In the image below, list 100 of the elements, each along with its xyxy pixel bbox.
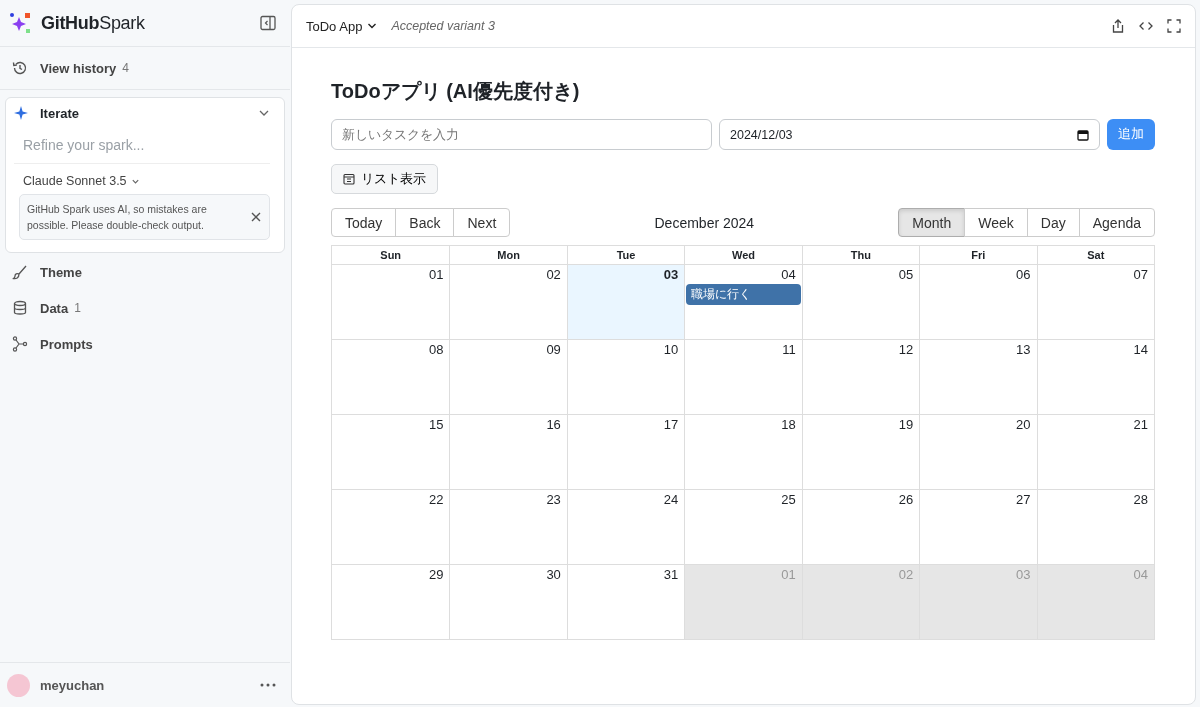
- day-cell[interactable]: 25: [684, 490, 802, 564]
- day-number: 20: [1016, 417, 1032, 432]
- day-number: 25: [781, 492, 797, 507]
- day-cell[interactable]: 20: [919, 415, 1037, 489]
- day-number: 29: [428, 567, 445, 582]
- brand-name: GitHubSpark: [41, 12, 146, 34]
- weekday-header: Sat: [1036, 246, 1154, 265]
- day-cell[interactable]: 22: [332, 490, 450, 564]
- fullscreen-icon[interactable]: [1167, 19, 1181, 33]
- sparkle-icon: [14, 106, 28, 120]
- day-number: 15: [428, 417, 445, 432]
- branch-icon: [12, 336, 28, 352]
- more-icon[interactable]: [260, 683, 276, 687]
- day-cell[interactable]: 29: [332, 565, 450, 639]
- view-history-item[interactable]: View history 4: [0, 47, 290, 90]
- nav-button[interactable]: Back: [395, 208, 455, 237]
- weekday-header: Mon: [449, 246, 567, 265]
- day-number: 05: [898, 267, 915, 282]
- day-number: 28: [1133, 492, 1149, 507]
- day-cell[interactable]: 07: [1036, 265, 1154, 339]
- task-input[interactable]: 新しいタスクを入力: [331, 119, 712, 150]
- day-cell[interactable]: 19: [801, 415, 920, 489]
- share-icon[interactable]: [1111, 19, 1125, 33]
- app-title: ToDoアプリ (AI優先度付き): [331, 79, 581, 104]
- day-cell[interactable]: 03: [566, 265, 685, 339]
- day-cell[interactable]: 30: [449, 565, 567, 639]
- model-selector[interactable]: Claude Sonnet 3.5: [14, 164, 149, 194]
- brush-icon: [12, 264, 28, 280]
- weekday-header: Sun: [332, 246, 450, 265]
- day-cell[interactable]: 13: [919, 340, 1037, 414]
- day-cell[interactable]: 04 職場に行く: [684, 265, 802, 339]
- list-view-button[interactable]: リスト表示: [331, 164, 438, 194]
- day-cell[interactable]: 02: [449, 265, 567, 339]
- app-selector[interactable]: ToDo App: [306, 18, 378, 34]
- weekday-header: Wed: [684, 246, 802, 265]
- event-chip[interactable]: 職場に行く: [686, 284, 801, 305]
- day-cell[interactable]: 17: [566, 415, 685, 489]
- day-number: 04: [1133, 567, 1149, 582]
- day-number: 01: [428, 267, 445, 282]
- day-number: 07: [1133, 267, 1149, 282]
- view-tab[interactable]: Agenda: [1078, 208, 1155, 237]
- day-number: 12: [898, 342, 915, 357]
- day-number: 10: [663, 342, 680, 357]
- sidebar-toggle-icon[interactable]: [260, 15, 276, 31]
- view-tab[interactable]: Month: [898, 208, 966, 237]
- day-cell[interactable]: 05: [801, 265, 920, 339]
- day-number: 18: [781, 417, 797, 432]
- day-cell[interactable]: 28: [1036, 490, 1154, 564]
- day-number: 13: [1016, 342, 1032, 357]
- day-cell[interactable]: 16: [449, 415, 567, 489]
- day-cell[interactable]: 14: [1036, 340, 1154, 414]
- day-number: 02: [898, 567, 915, 582]
- day-cell[interactable]: 11: [684, 340, 802, 414]
- day-number: 30: [546, 567, 562, 582]
- day-cell[interactable]: 15: [332, 415, 450, 489]
- day-number: 31: [663, 567, 680, 582]
- weekday-header: Fri: [919, 246, 1037, 265]
- view-tab[interactable]: Day: [1026, 208, 1080, 237]
- day-cell[interactable]: 10: [566, 340, 685, 414]
- day-cell[interactable]: 27: [919, 490, 1037, 564]
- date-input[interactable]: 2024/12/03: [719, 119, 1100, 150]
- day-number: 01: [781, 567, 797, 582]
- sidebar-item[interactable]: Prompts: [0, 327, 290, 361]
- day-cell[interactable]: 09: [449, 340, 567, 414]
- chevron-down-icon: [367, 21, 378, 31]
- day-cell[interactable]: 12: [801, 340, 920, 414]
- iterate-title: Iterate: [40, 105, 81, 121]
- user-name: meyuchan: [40, 677, 106, 693]
- day-number: 19: [898, 417, 915, 432]
- day-cell[interactable]: 24: [566, 490, 685, 564]
- close-icon[interactable]: [251, 212, 261, 222]
- view-tab[interactable]: Week: [964, 208, 1028, 237]
- day-number: 04: [781, 267, 797, 282]
- day-number: 03: [663, 267, 680, 282]
- day-cell[interactable]: 01: [332, 265, 450, 339]
- day-number: 22: [428, 492, 445, 507]
- day-cell[interactable]: 18: [684, 415, 802, 489]
- day-cell[interactable]: 26: [801, 490, 920, 564]
- calendar-icon[interactable]: [1077, 128, 1089, 141]
- day-cell[interactable]: 06: [919, 265, 1037, 339]
- day-number: 21: [1133, 417, 1149, 432]
- weekday-header: Thu: [801, 246, 920, 265]
- day-cell[interactable]: 08: [332, 340, 450, 414]
- day-number: 17: [663, 417, 680, 432]
- day-number: 06: [1016, 267, 1032, 282]
- day-cell[interactable]: 21: [1036, 415, 1154, 489]
- day-number: 24: [663, 492, 680, 507]
- sidebar-item[interactable]: Data 1: [0, 291, 290, 325]
- nav-button[interactable]: Today: [331, 208, 397, 237]
- day-number: 14: [1133, 342, 1149, 357]
- notice-text: GitHub Spark uses AI, so mistakes are possible. Please double-check output.: [27, 202, 208, 233]
- nav-button[interactable]: Next: [453, 208, 511, 237]
- day-cell[interactable]: 23: [449, 490, 567, 564]
- day-number: 23: [546, 492, 562, 507]
- database-icon: [12, 300, 28, 316]
- sidebar-item[interactable]: Theme: [0, 255, 290, 289]
- sparkle-logo-icon: [9, 12, 31, 34]
- avatar: [7, 673, 30, 697]
- day-number: 11: [782, 342, 797, 357]
- day-number: 02: [546, 267, 562, 282]
